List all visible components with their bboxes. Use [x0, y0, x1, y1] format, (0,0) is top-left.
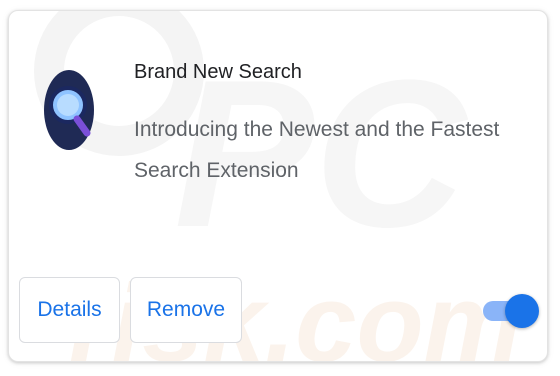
extension-name: Brand New Search: [134, 61, 302, 83]
toggle-knob: [505, 294, 539, 328]
details-button[interactable]: Details: [19, 277, 120, 343]
remove-button[interactable]: Remove: [130, 277, 242, 343]
extension-card: PC risk.com Brand New Search Introducing…: [8, 10, 548, 362]
extension-description: Introducing the Newest and the Fastest S…: [134, 118, 500, 182]
enable-toggle[interactable]: [483, 293, 539, 329]
magnifier-icon: [44, 70, 94, 150]
